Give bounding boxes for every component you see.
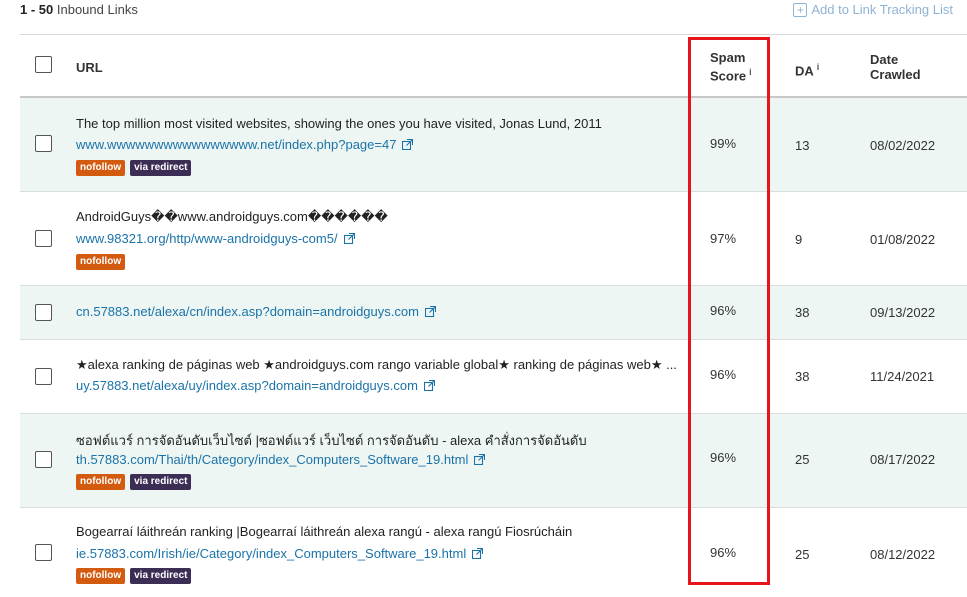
column-url[interactable]: URL — [76, 60, 103, 75]
row-url-text: cn.57883.net/alexa/cn/index.asp?domain=a… — [76, 304, 419, 319]
row-url-link[interactable]: www.98321.org/http/www-androidguys-com5/ — [76, 231, 355, 246]
row-checkbox[interactable] — [35, 544, 52, 561]
column-date-crawled[interactable]: Date Crawled — [870, 52, 921, 82]
row-title: ซอฟต์แวร์ การจัดอันดับเว็บไซต์ |ซอฟต์แวร… — [76, 433, 587, 448]
row-title: ★alexa ranking de páginas web ★androidgu… — [76, 357, 677, 372]
row-title: The top million most visited websites, s… — [76, 116, 602, 131]
results-range: 1 - 50 — [20, 2, 54, 17]
column-spam-score[interactable]: Spam Score i — [710, 50, 752, 83]
row-url-text: uy.57883.net/alexa/uy/index.asp?domain=a… — [76, 378, 418, 393]
row-checkbox[interactable] — [35, 304, 52, 321]
plus-icon: + — [793, 2, 808, 17]
date-crawled-value: 01/08/2022 — [870, 232, 936, 247]
spam-score-value: 97% — [710, 231, 737, 246]
nofollow-badge: nofollow — [76, 254, 126, 270]
table-row: The top million most visited websites, s… — [20, 98, 967, 192]
date-crawled-value: 08/12/2022 — [870, 547, 936, 562]
date-crawled-value: 09/13/2022 — [870, 305, 936, 320]
results-label: Inbound Links — [56, 2, 138, 17]
row-url-text: www.wwwwwwwwwwwwwwww.net/index.php?page=… — [76, 137, 397, 152]
column-spam-score-line2: Score — [710, 68, 747, 84]
spam-score-value: 96% — [710, 545, 737, 560]
nofollow-badge: nofollow — [76, 474, 126, 490]
external-link-icon — [424, 306, 436, 317]
add-to-link-tracking-button[interactable]: + Add to Link Tracking List — [793, 2, 953, 17]
da-value: 38 — [795, 305, 810, 320]
spam-score-info-icon[interactable]: i — [749, 67, 752, 77]
results-count: 1 - 50 Inbound Links — [20, 2, 138, 17]
table-header: URL Spam Score i DA i Date Crawled — [20, 34, 967, 98]
table-row: ★alexa ranking de páginas web ★androidgu… — [20, 340, 967, 414]
da-value: 25 — [795, 547, 810, 562]
row-url-link[interactable]: www.wwwwwwwwwwwwwwww.net/index.php?page=… — [76, 137, 414, 152]
column-da[interactable]: DA i — [795, 60, 819, 78]
table-row: AndroidGuys��www.androidguys.com������ w… — [20, 192, 967, 286]
inbound-links-table: URL Spam Score i DA i Date Crawled The top… — [20, 34, 967, 597]
external-link-icon — [474, 454, 486, 465]
date-crawled-value: 08/17/2022 — [870, 452, 936, 467]
da-value: 13 — [795, 138, 810, 153]
row-url-text: ie.57883.com/Irish/ie/Category/index_Com… — [76, 546, 467, 561]
external-link-icon — [402, 139, 414, 150]
row-tags: nofollow via redirect — [76, 568, 192, 584]
via-redirect-badge: via redirect — [130, 160, 192, 176]
row-tags: nofollow via redirect — [76, 160, 192, 176]
row-url-link[interactable]: cn.57883.net/alexa/cn/index.asp?domain=a… — [76, 304, 436, 319]
date-crawled-value: 11/24/2021 — [870, 369, 935, 384]
row-checkbox[interactable] — [35, 230, 52, 247]
column-date-line2: Crawled — [870, 67, 921, 82]
add-to-link-tracking-label: Add to Link Tracking List — [811, 2, 953, 17]
spam-score-value: 96% — [710, 303, 737, 318]
row-url-text: www.98321.org/http/www-androidguys-com5/ — [76, 231, 338, 246]
date-crawled-value: 08/02/2022 — [870, 138, 936, 153]
row-title: Bogearraí láithreán ranking |Bogearraí l… — [76, 524, 573, 539]
column-spam-score-line1: Spam — [710, 50, 746, 65]
via-redirect-badge: via redirect — [130, 474, 192, 490]
spam-score-value: 96% — [710, 367, 737, 382]
da-value: 9 — [795, 232, 803, 247]
column-date-line1: Date — [870, 52, 899, 67]
row-title: AndroidGuys��www.androidguys.com������ — [76, 209, 388, 224]
row-url-text: th.57883.com/Thai/th/Category/index_Comp… — [76, 452, 469, 467]
select-all-checkbox[interactable] — [35, 56, 52, 73]
row-url-link[interactable]: th.57883.com/Thai/th/Category/index_Comp… — [76, 452, 486, 467]
row-url-link[interactable]: ie.57883.com/Irish/ie/Category/index_Com… — [76, 546, 484, 561]
table-row: ซอฟต์แวร์ การจัดอันดับเว็บไซต์ |ซอฟต์แวร… — [20, 414, 967, 508]
row-url-link[interactable]: uy.57883.net/alexa/uy/index.asp?domain=a… — [76, 378, 435, 393]
table-row: Bogearraí láithreán ranking |Bogearraí l… — [20, 508, 967, 597]
external-link-icon — [472, 548, 484, 559]
column-da-label: DA — [795, 63, 814, 79]
da-info-icon[interactable]: i — [817, 62, 820, 72]
table-row: cn.57883.net/alexa/cn/index.asp?domain=a… — [20, 286, 967, 340]
row-tags: nofollow via redirect — [76, 474, 192, 490]
nofollow-badge: nofollow — [76, 160, 126, 176]
row-checkbox[interactable] — [35, 451, 52, 468]
row-checkbox[interactable] — [35, 368, 52, 385]
nofollow-badge: nofollow — [76, 568, 126, 584]
row-checkbox[interactable] — [35, 135, 52, 152]
da-value: 25 — [795, 452, 810, 467]
spam-score-value: 99% — [710, 136, 737, 151]
results-header: 1 - 50 Inbound Links + Add to Link Track… — [0, 0, 967, 24]
external-link-icon — [423, 380, 435, 391]
row-tags: nofollow — [76, 254, 126, 270]
da-value: 38 — [795, 369, 810, 384]
external-link-icon — [343, 233, 355, 244]
spam-score-value: 96% — [710, 450, 737, 465]
via-redirect-badge: via redirect — [130, 568, 192, 584]
